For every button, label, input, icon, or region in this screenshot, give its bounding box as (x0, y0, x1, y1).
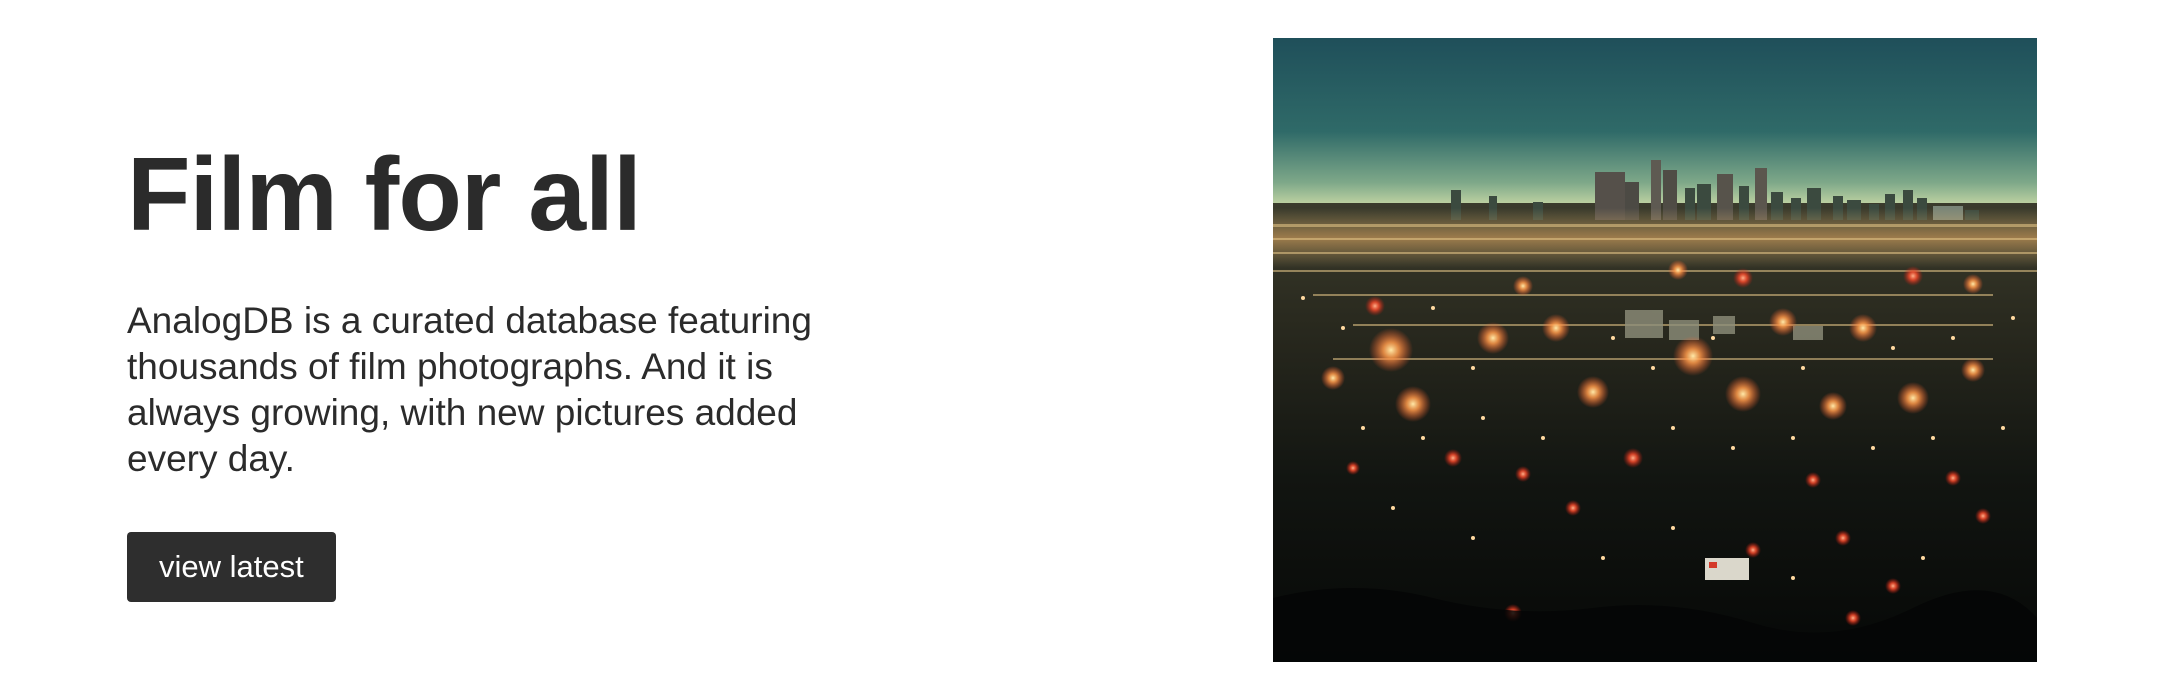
hero-photo (1273, 38, 2037, 662)
hero-title: Film for all (127, 137, 642, 253)
view-latest-button[interactable]: view latest (127, 532, 336, 602)
hero-text: Film for all AnalogDB is a curated datab… (127, 130, 867, 602)
hero-section: Film for all AnalogDB is a curated datab… (0, 0, 2158, 700)
hero-description: AnalogDB is a curated database featuring… (127, 300, 812, 479)
city-night-photo (1273, 38, 2037, 662)
